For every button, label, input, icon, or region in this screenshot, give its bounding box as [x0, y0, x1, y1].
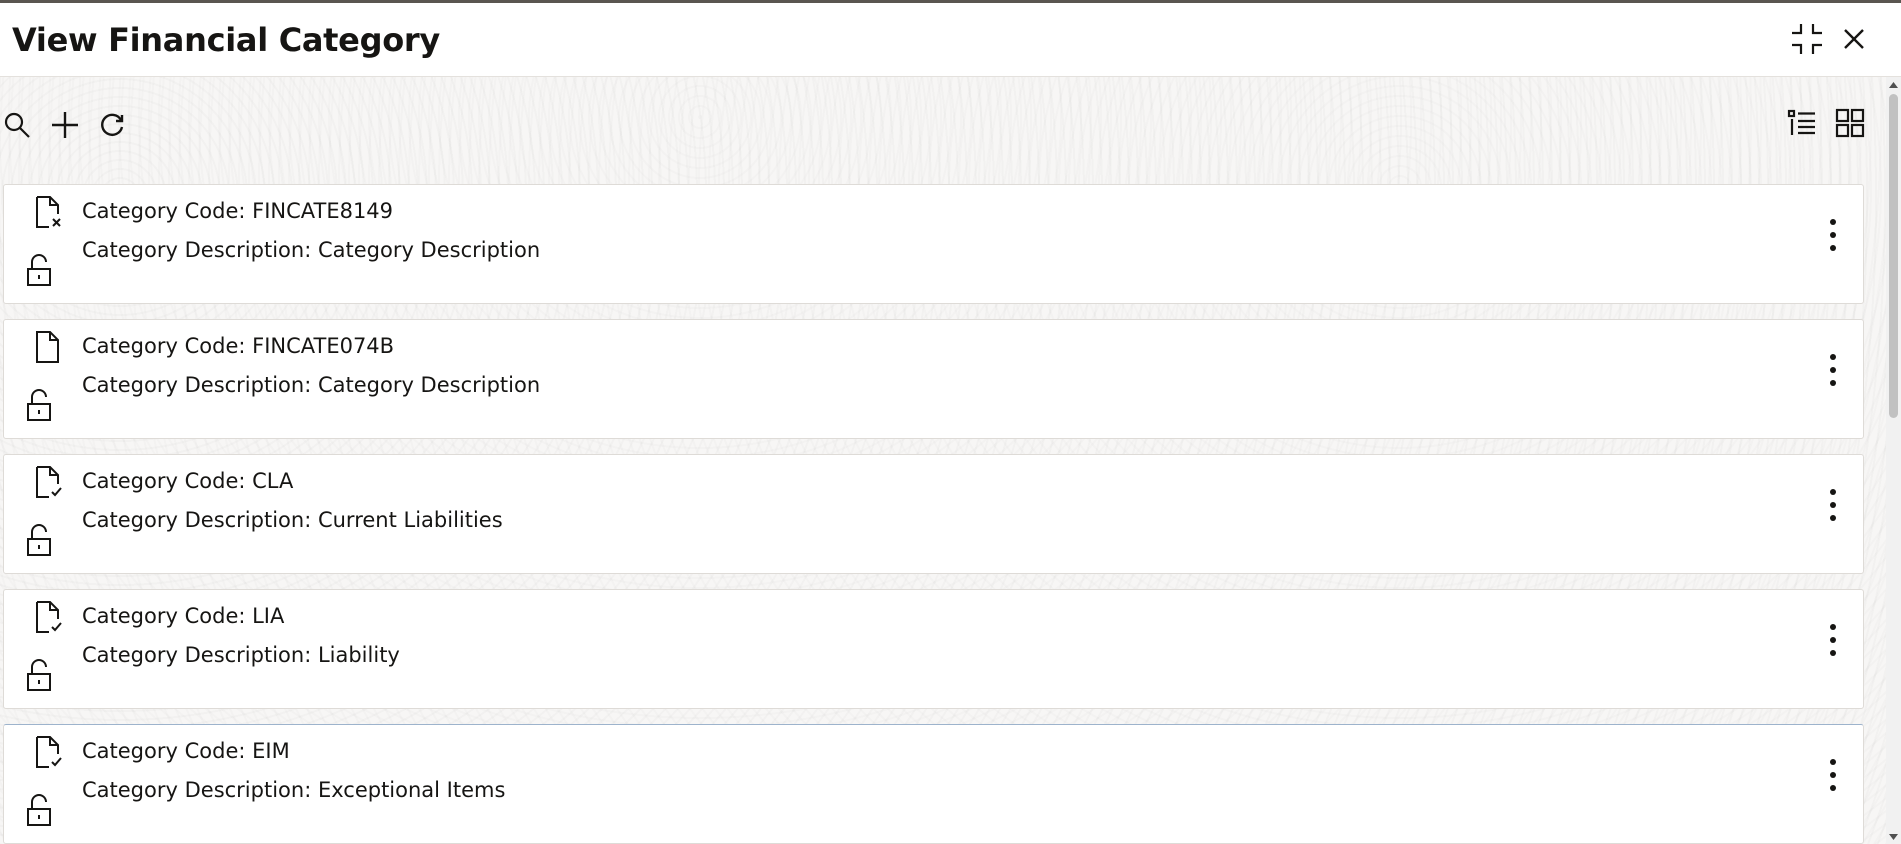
collapse-icon: [1792, 24, 1822, 54]
page-title: View Financial Category: [12, 21, 440, 59]
add-button[interactable]: [45, 105, 85, 145]
category-code: Category Code: EIM: [82, 739, 290, 763]
list-view-button[interactable]: [1782, 103, 1822, 143]
record-card[interactable]: Category Code: EIM Category Description:…: [3, 724, 1864, 844]
tile-view-button[interactable]: [1830, 103, 1870, 143]
view-financial-category-window: View Financial Category Category Code: F…: [0, 0, 1901, 844]
more-actions-button[interactable]: [1815, 753, 1851, 797]
category-code: Category Code: FINCATE8149: [82, 199, 394, 223]
kebab-menu-icon: [1830, 759, 1836, 791]
kebab-menu-icon: [1830, 624, 1836, 656]
plus-icon: [52, 112, 78, 138]
document-icon: [36, 331, 59, 363]
scroll-down-button[interactable]: [1886, 829, 1901, 844]
record-card[interactable]: Category Code: LIA Category Description:…: [3, 589, 1864, 709]
window-header: View Financial Category: [0, 3, 1901, 77]
category-code: Category Code: FINCATE074B: [82, 334, 395, 358]
search-icon: [4, 112, 30, 138]
refresh-button[interactable]: [92, 105, 132, 145]
category-code: Category Code: CLA: [82, 469, 294, 493]
document-authorized-icon: [36, 601, 62, 633]
list-view-icon: [1787, 109, 1815, 135]
close-icon: [1844, 29, 1864, 49]
category-description: Category Description: Category Descripti…: [82, 238, 541, 262]
more-actions-button[interactable]: [1815, 618, 1851, 662]
record-card[interactable]: Category Code: CLA Category Description:…: [3, 454, 1864, 574]
unlock-icon: [27, 794, 51, 826]
category-description: Category Description: Current Liabilitie…: [82, 508, 503, 532]
unlock-icon: [27, 389, 51, 421]
close-button[interactable]: [1834, 19, 1874, 59]
refresh-icon: [101, 113, 124, 136]
kebab-menu-icon: [1830, 219, 1836, 251]
record-card[interactable]: Category Code: FINCATE074B Category Desc…: [3, 319, 1864, 439]
category-description: Category Description: Category Descripti…: [82, 373, 541, 397]
category-description: Category Description: Exceptional Items: [82, 778, 506, 802]
record-card[interactable]: Category Code: FINCATE8149 Category Desc…: [3, 184, 1864, 304]
scroll-down-arrow-icon: [1889, 833, 1898, 840]
kebab-menu-icon: [1830, 489, 1836, 521]
document-authorized-icon: [36, 466, 62, 498]
document-authorized-icon: [36, 736, 62, 768]
more-actions-button[interactable]: [1815, 348, 1851, 392]
kebab-menu-icon: [1830, 354, 1836, 386]
vertical-scrollbar[interactable]: [1886, 77, 1901, 844]
content-area: Category Code: FINCATE8149 Category Desc…: [0, 77, 1896, 844]
more-actions-button[interactable]: [1815, 213, 1851, 257]
unlock-icon: [27, 524, 51, 556]
document-rejected-icon: [36, 196, 61, 228]
scroll-up-button[interactable]: [1886, 77, 1901, 92]
unlock-icon: [27, 254, 51, 286]
scroll-thumb[interactable]: [1889, 94, 1898, 418]
category-code: Category Code: LIA: [82, 604, 285, 628]
category-description: Category Description: Liability: [82, 643, 400, 667]
unlock-icon: [27, 659, 51, 691]
tile-view-icon: [1835, 108, 1865, 138]
search-button[interactable]: [0, 105, 37, 145]
more-actions-button[interactable]: [1815, 483, 1851, 527]
scroll-up-arrow-icon: [1889, 81, 1898, 88]
collapse-button[interactable]: [1787, 19, 1827, 59]
